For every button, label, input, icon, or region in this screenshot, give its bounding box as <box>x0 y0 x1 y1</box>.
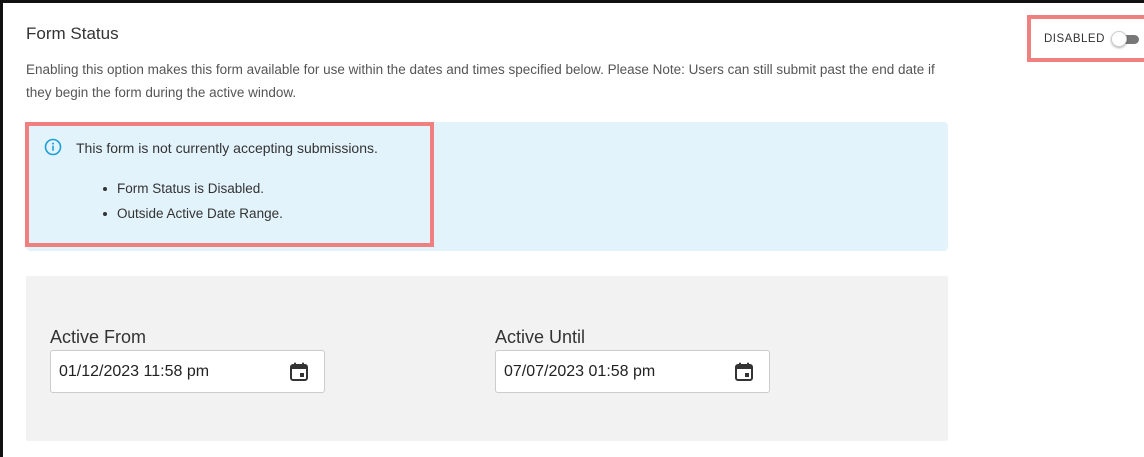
form-status-title: Form Status <box>26 24 119 43</box>
active-from-label: Active From <box>50 327 147 347</box>
active-from-value: 01/12/2023 11:58 pm <box>59 362 210 380</box>
info-icon <box>44 138 62 156</box>
active-until-value: 07/07/2023 01:58 pm <box>504 362 656 380</box>
list-item: Form Status is Disabled. <box>103 176 283 201</box>
list-item: Outside Active Date Range. <box>103 201 283 226</box>
form-status-description: Enabling this option makes this form ava… <box>26 62 935 100</box>
calendar-icon[interactable] <box>733 361 755 383</box>
calendar-icon[interactable] <box>288 361 310 383</box>
active-from-field[interactable]: 01/12/2023 11:58 pm <box>50 350 325 393</box>
alert-reasons-list: Form Status is Disabled. Outside Active … <box>103 176 283 226</box>
toggle-knob <box>1110 30 1127 47</box>
alert-message: This form is not currently accepting sub… <box>76 140 378 156</box>
active-until-label: Active Until <box>495 327 586 347</box>
status-toggle-highlight: DISABLED <box>1027 15 1144 62</box>
form-status-toggle[interactable] <box>1110 30 1141 47</box>
active-until-field[interactable]: 07/07/2023 01:58 pm <box>495 350 770 393</box>
toggle-label: DISABLED <box>1044 32 1105 45</box>
